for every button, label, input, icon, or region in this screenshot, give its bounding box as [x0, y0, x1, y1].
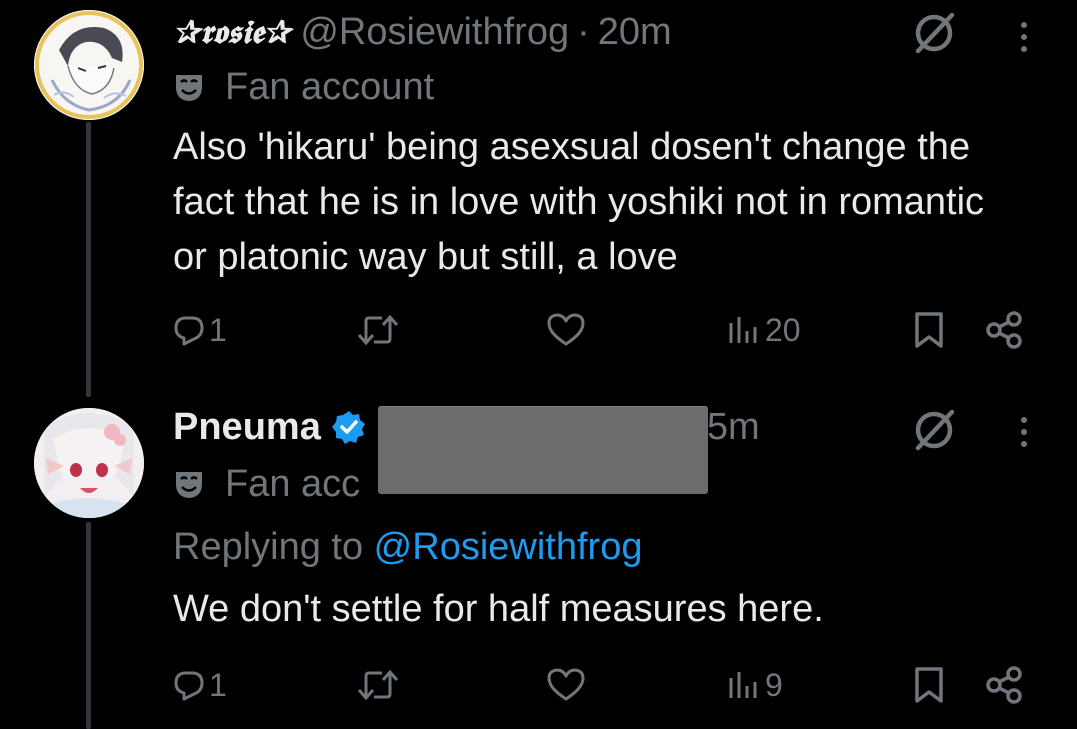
reply-count: 1 — [209, 666, 227, 703]
retweet-icon — [357, 669, 399, 701]
share-button[interactable] — [985, 660, 1025, 710]
share-icon — [986, 311, 1022, 349]
reply-button[interactable]: 1 — [173, 660, 227, 710]
bookmark-button[interactable] — [913, 660, 945, 710]
grok-icon[interactable] — [910, 404, 960, 454]
like-button[interactable] — [546, 660, 586, 710]
bookmark-icon — [915, 667, 943, 703]
retweet-icon — [357, 314, 399, 346]
reply-button[interactable]: 1 — [173, 305, 227, 355]
view-count: 9 — [765, 666, 783, 703]
tweet-rosie[interactable]: ✰𝖗𝖔𝖘𝖎𝖊✰ @Rosiewithfrog · 20m Fan account… — [0, 0, 1077, 385]
views-icon — [729, 317, 757, 343]
like-icon — [547, 668, 585, 701]
replying-prefix: Replying to — [173, 526, 374, 568]
more-icon[interactable] — [1013, 12, 1035, 62]
like-icon — [547, 313, 585, 346]
tweet-header: ✰𝖗𝖔𝖘𝖎𝖊✰ @Rosiewithfrog · 20m — [173, 7, 672, 57]
avatar-rosie[interactable] — [34, 10, 144, 120]
views-icon — [729, 672, 757, 698]
tweet-text: We don't settle for half measures here. — [173, 588, 824, 630]
verified-icon[interactable] — [331, 409, 367, 445]
replying-handle-link[interactable]: @Rosiewithfrog — [374, 526, 643, 568]
share-button[interactable] — [985, 305, 1025, 355]
redaction-box — [378, 406, 708, 494]
account-label-text: Fan account — [225, 65, 435, 108]
fan-mask-icon — [173, 71, 205, 103]
fan-mask-icon — [173, 468, 205, 500]
more-icon[interactable] — [1013, 407, 1035, 457]
timestamp[interactable]: 5m — [707, 406, 760, 449]
reply-icon — [174, 671, 204, 701]
bookmark-button[interactable] — [913, 305, 945, 355]
retweet-button[interactable] — [356, 660, 400, 710]
display-name[interactable]: ✰𝖗𝖔𝖘𝖎𝖊✰ — [173, 13, 290, 52]
views-button[interactable]: 20 — [727, 305, 801, 355]
avatar-pneuma[interactable] — [34, 408, 144, 518]
display-name[interactable]: Pneuma — [173, 406, 321, 449]
retweet-button[interactable] — [356, 305, 400, 355]
replying-to: Replying to @Rosiewithfrog — [173, 526, 642, 569]
tweet-text: Also 'hikaru' being asexsual dosen't cha… — [173, 126, 985, 278]
account-label: Fan account — [173, 62, 434, 112]
like-button[interactable] — [546, 305, 586, 355]
grok-icon[interactable] — [910, 7, 960, 57]
user-handle[interactable]: @Rosiewithfrog — [300, 11, 569, 54]
view-count: 20 — [765, 311, 801, 348]
timestamp[interactable]: 20m — [598, 11, 672, 54]
bookmark-icon — [915, 312, 943, 348]
account-label-text: Fan acc — [225, 462, 361, 505]
reply-count: 1 — [209, 311, 227, 348]
share-icon — [986, 666, 1022, 704]
views-button[interactable]: 9 — [727, 660, 783, 710]
account-label: Fan acc — [173, 459, 360, 509]
separator: · — [577, 10, 590, 53]
reply-icon — [174, 316, 204, 346]
